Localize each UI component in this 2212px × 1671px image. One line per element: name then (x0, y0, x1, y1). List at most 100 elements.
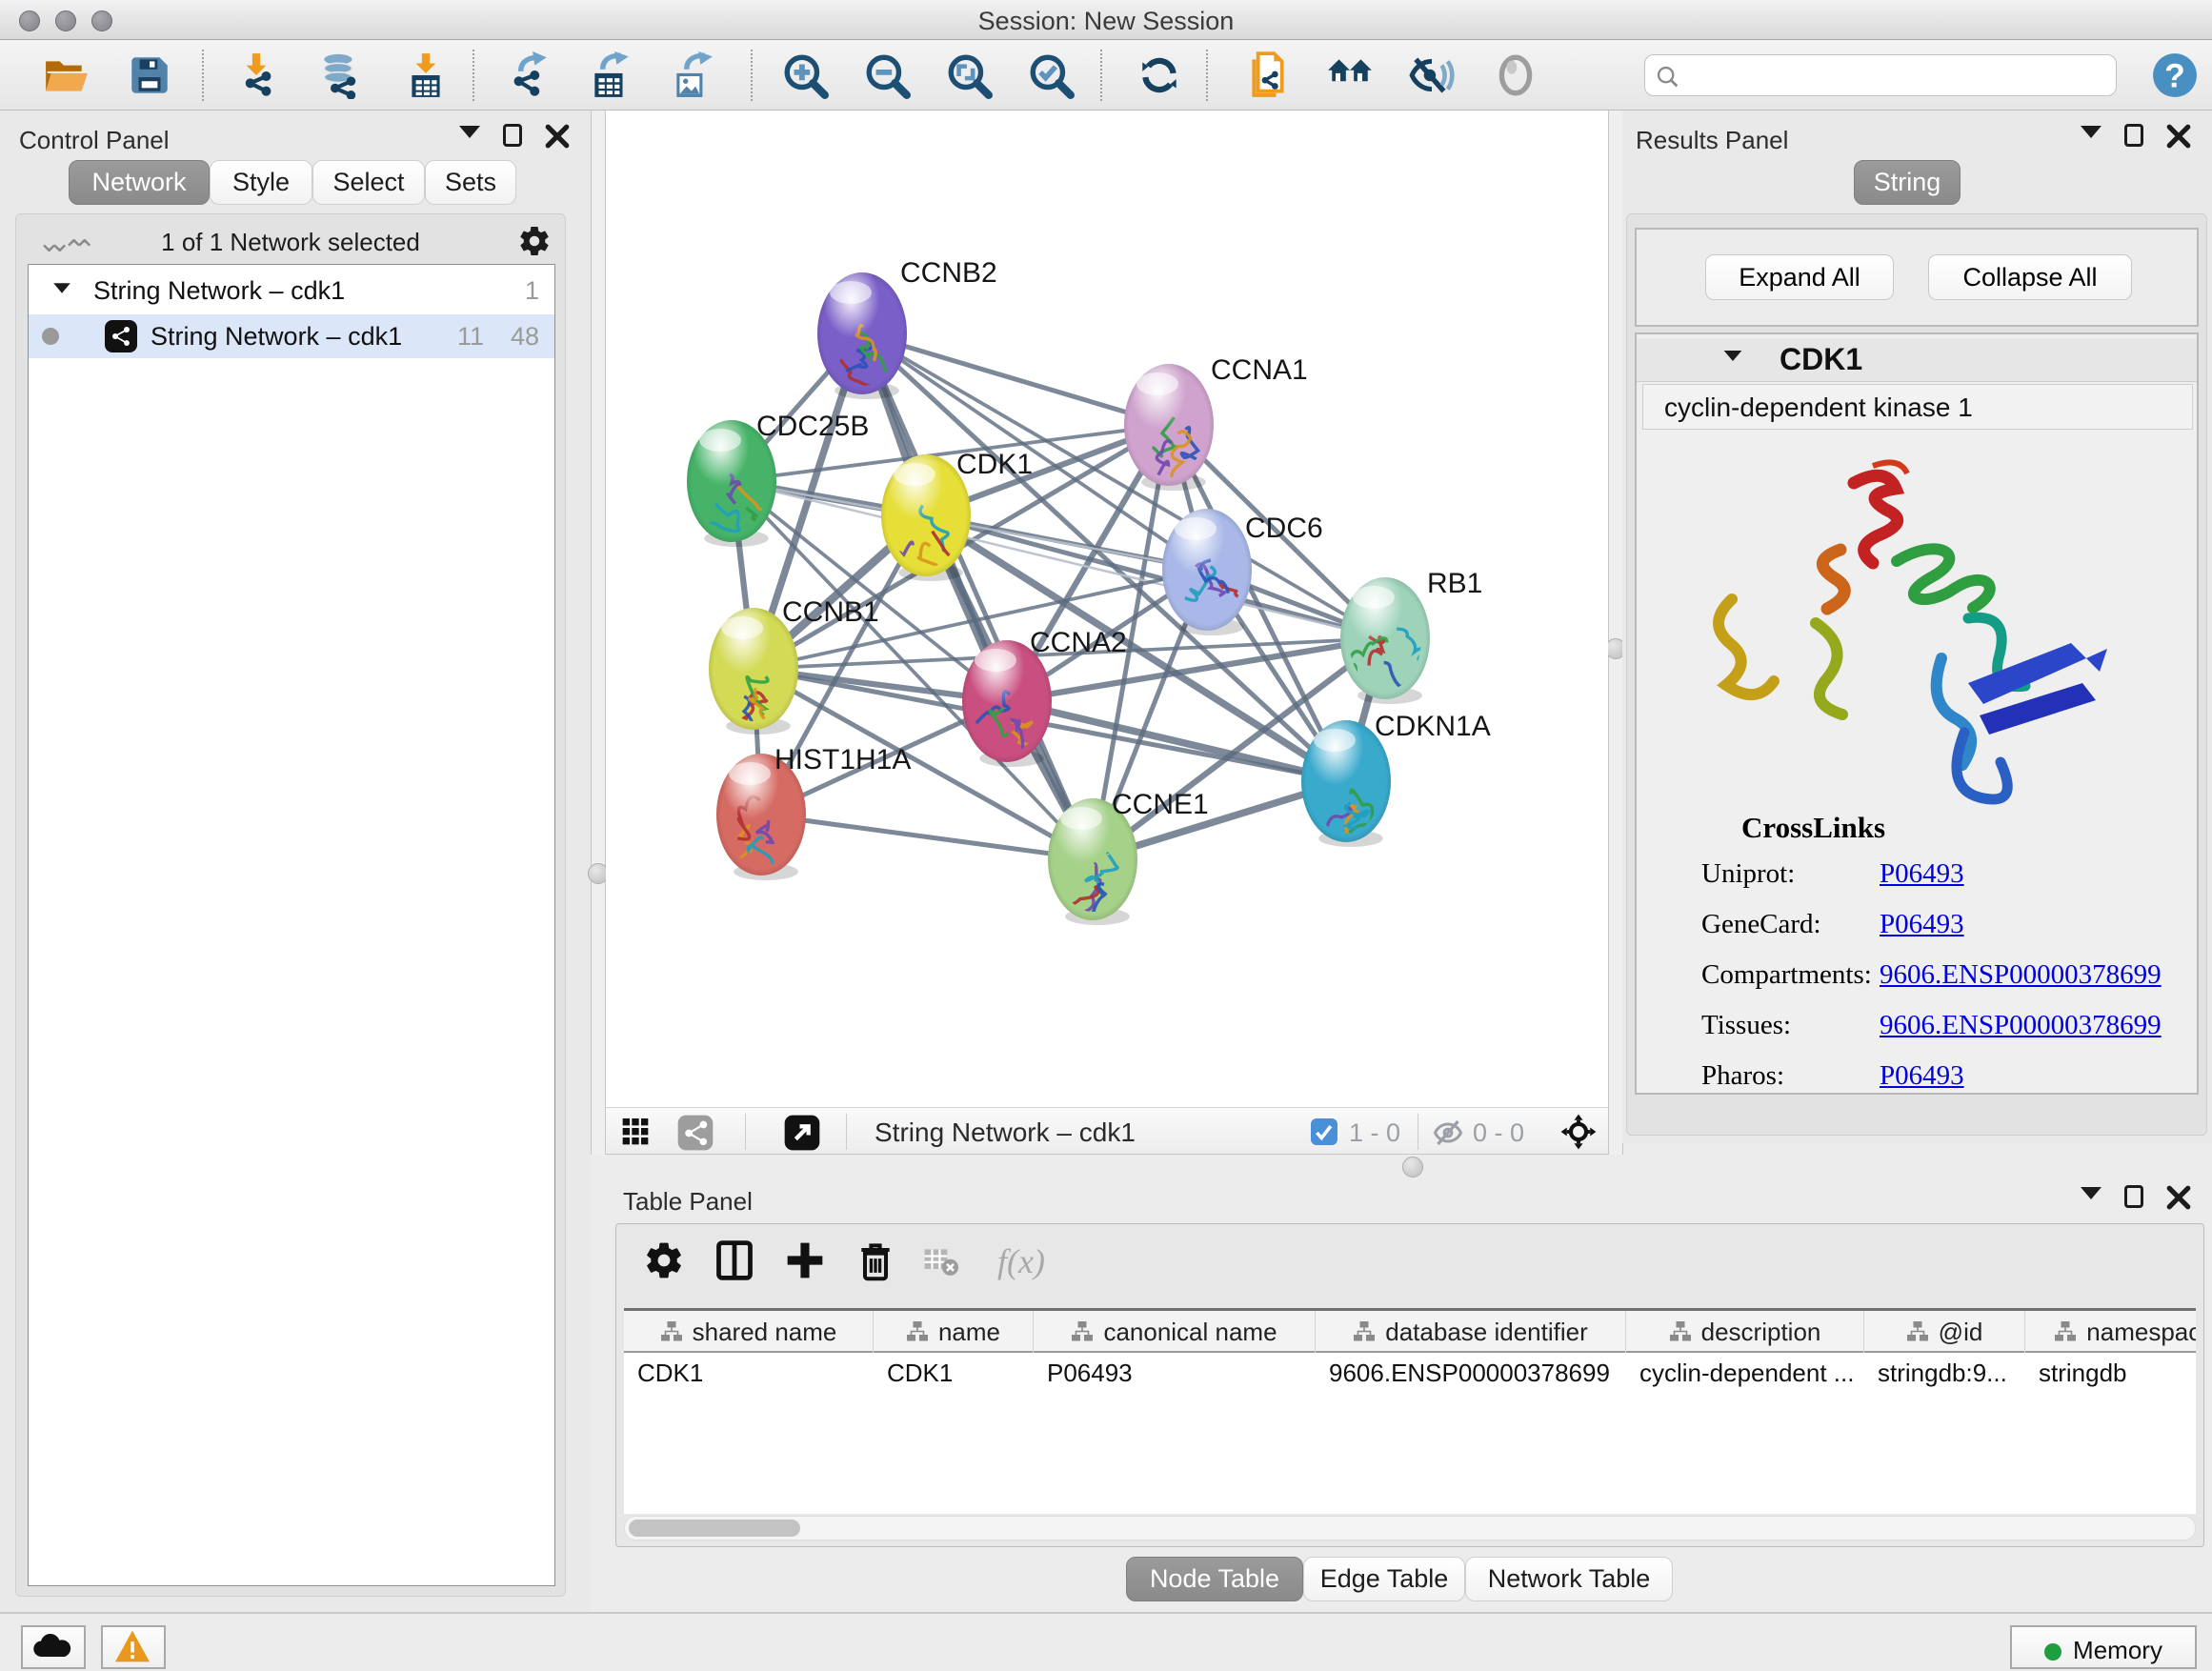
table-cell[interactable]: P06493 (1047, 1359, 1310, 1388)
hidden-count: 0 - 0 (1473, 1118, 1524, 1148)
column-header-canonical-name[interactable]: canonical name (1034, 1311, 1316, 1353)
results-panel-close-icon[interactable] (2166, 124, 2195, 149)
table-cell[interactable]: CDK1 (887, 1359, 1028, 1388)
table-cell[interactable]: cyclin-dependent ... (1639, 1359, 1859, 1388)
selected-checkbox-icon[interactable] (1311, 1118, 1337, 1145)
tab-node-table[interactable]: Node Table (1126, 1557, 1303, 1601)
collection-expand-icon[interactable] (53, 283, 70, 292)
network-list: String Network – cdk1 1 String Network –… (28, 264, 555, 1586)
import-network-file-icon[interactable] (232, 51, 280, 99)
open-session-icon[interactable] (42, 51, 90, 99)
network-node-rb1[interactable]: RB1 (1340, 568, 1482, 704)
network-edge[interactable] (761, 815, 1093, 859)
pan-move-icon[interactable] (1558, 1112, 1599, 1152)
column-header--id[interactable]: @id (1864, 1311, 2025, 1353)
splitter-grip[interactable] (1402, 1157, 1423, 1178)
table-cell[interactable]: stringdb:9... (1878, 1359, 2020, 1388)
tab-select[interactable]: Select (312, 160, 425, 205)
expand-all-button[interactable]: Expand All (1705, 254, 1894, 300)
results-panel-menu-icon[interactable] (2081, 126, 2109, 151)
add-column-icon[interactable] (784, 1239, 826, 1281)
cloud-button[interactable] (21, 1625, 86, 1669)
horizontal-splitter[interactable] (606, 1155, 2212, 1183)
table-panel-float-icon[interactable] (2124, 1185, 2153, 1210)
zoom-selected-icon[interactable] (1027, 51, 1075, 99)
scrollbar-thumb[interactable] (629, 1520, 800, 1537)
zoom-out-icon[interactable] (863, 51, 911, 99)
zoom-in-icon[interactable] (781, 51, 829, 99)
warning-button[interactable] (101, 1625, 166, 1669)
network-node-cdc25b[interactable]: CDC25B (687, 411, 869, 547)
export-network-icon[interactable] (505, 51, 553, 99)
node-table[interactable]: shared namenamecanonical namedatabase id… (624, 1308, 2196, 1514)
table-cell[interactable]: CDK1 (637, 1359, 868, 1388)
string-style-toggle-icon[interactable] (676, 1114, 714, 1152)
refresh-layout-icon[interactable] (1136, 51, 1183, 99)
gene-description: cyclin-dependent kinase 1 (1664, 393, 1973, 423)
table-options-gear-icon[interactable] (643, 1239, 685, 1281)
table-cell[interactable]: stringdb (2039, 1359, 2196, 1388)
network-node-cdkn1a[interactable]: CDKN1A (1301, 711, 1491, 847)
crosslink-link[interactable]: 9606.ENSP00000378699 (1880, 1010, 2162, 1041)
collapse-all-button[interactable]: Collapse All (1928, 254, 2132, 300)
tab-network-table[interactable]: Network Table (1465, 1557, 1673, 1601)
crosslink-link[interactable]: 9606.ENSP00000378699 (1880, 959, 2162, 991)
memory-label: Memory (2073, 1636, 2162, 1664)
table-header-row[interactable]: shared namenamecanonical namedatabase id… (624, 1311, 2196, 1353)
share-document-icon[interactable] (1242, 51, 1290, 99)
show-columns-icon[interactable] (714, 1239, 755, 1281)
tab-edge-table[interactable]: Edge Table (1303, 1557, 1465, 1601)
column-header-database-identifier[interactable]: database identifier (1316, 1311, 1626, 1353)
table-panel-menu-icon[interactable] (2081, 1187, 2109, 1212)
column-header-namespace[interactable]: namespace (2025, 1311, 2196, 1353)
save-session-icon[interactable] (126, 51, 173, 99)
control-panel-float-icon[interactable] (503, 124, 532, 149)
open-in-window-icon[interactable] (783, 1114, 821, 1152)
column-header-shared-name[interactable]: shared name (624, 1311, 874, 1353)
crosslink-link[interactable]: P06493 (1880, 909, 1964, 940)
memory-button[interactable]: Memory (2010, 1625, 2197, 1669)
network-canvas[interactable]: CCNB2CCNA1CDC25BCDK1CDC6RB1CCNB1CCNA2CDK… (606, 111, 1608, 1107)
table-horizontal-scrollbar[interactable] (624, 1516, 2196, 1540)
results-panel-float-icon[interactable] (2124, 124, 2153, 149)
crosslink-link[interactable]: P06493 (1880, 858, 1964, 890)
export-table-icon[interactable] (587, 51, 634, 99)
tab-network[interactable]: Network (69, 160, 210, 205)
network-node-ccne1[interactable]: CCNE1 (1048, 789, 1209, 925)
control-panel-close-icon[interactable] (545, 124, 573, 149)
zoom-fit-icon[interactable] (945, 51, 993, 99)
network-row-selected[interactable]: String Network – cdk1 11 48 (29, 314, 554, 358)
left-splitter[interactable] (591, 111, 606, 1155)
delete-column-icon[interactable] (855, 1239, 896, 1281)
table-cell[interactable]: 9606.ENSP00000378699 (1329, 1359, 1620, 1388)
search-input[interactable] (1687, 57, 2106, 93)
tab-sets[interactable]: Sets (425, 160, 516, 205)
node-label-ccna2: CCNA2 (1030, 627, 1127, 658)
column-header-name[interactable]: name (874, 1311, 1034, 1353)
help-icon[interactable]: ? (2151, 51, 2199, 99)
table-panel-close-icon[interactable] (2166, 1185, 2195, 1210)
import-table-icon[interactable] (402, 51, 450, 99)
network-overview-icon[interactable] (1326, 51, 1374, 99)
import-network-database-icon[interactable] (316, 51, 364, 99)
gene-collapse-icon[interactable] (1724, 351, 1742, 361)
birdseye-grid-icon[interactable] (621, 1114, 659, 1152)
crosslink-link[interactable]: P06493 (1880, 1060, 1964, 1092)
network-edge[interactable] (1007, 701, 1346, 781)
tab-style[interactable]: Style (210, 160, 312, 205)
network-options-gear-icon[interactable] (517, 224, 552, 258)
tab-string[interactable]: String (1854, 160, 1961, 205)
network-node-hist1h1a[interactable]: HIST1H1A (716, 744, 911, 880)
crosslink-row: Tissues:9606.ENSP00000378699 (1637, 997, 2197, 1047)
show-all-icon[interactable] (1492, 51, 1539, 99)
export-image-icon[interactable] (669, 51, 716, 99)
right-splitter[interactable] (1608, 111, 1623, 1155)
network-collection-row[interactable]: String Network – cdk1 1 (29, 271, 554, 314)
gene-section-header[interactable]: CDK1 (1637, 338, 2197, 382)
crosslink-row: GeneCard:P06493 (1637, 896, 2197, 946)
node-label-ccnb2: CCNB2 (900, 257, 997, 289)
control-panel-menu-icon[interactable] (459, 126, 488, 151)
column-header-description[interactable]: description (1626, 1311, 1864, 1353)
hide-selected-icon[interactable] (1408, 51, 1456, 99)
network-view-toolbar: String Network – cdk1 1 - 0 0 - 0 (606, 1107, 1608, 1155)
